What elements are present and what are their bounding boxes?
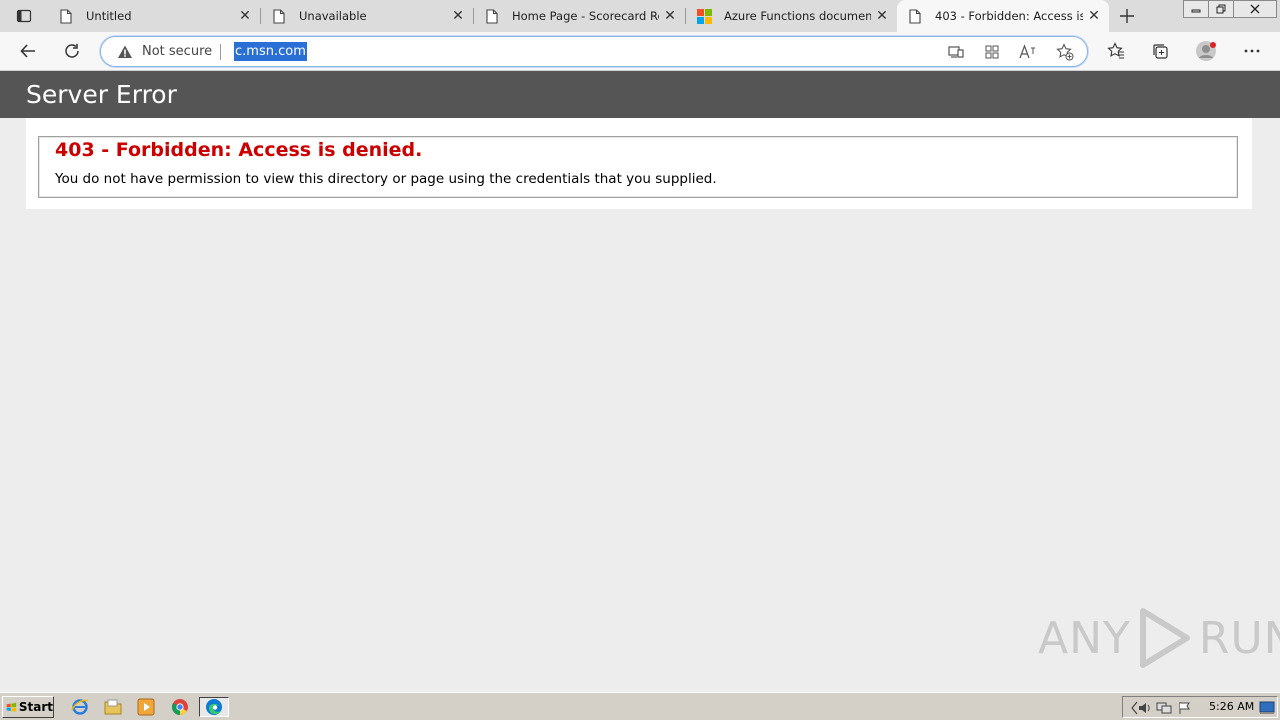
watermark-right-text: RUN: [1198, 612, 1280, 664]
internet-explorer-icon[interactable]: [69, 697, 91, 717]
media-player-icon[interactable]: [135, 697, 157, 717]
tab-title: Home Page - Scorecard Res: [512, 9, 659, 23]
tab-title: Untitled: [86, 9, 132, 23]
favorites-button[interactable]: [1101, 36, 1131, 66]
page-viewport: Server Error 403 - Forbidden: Access is …: [0, 71, 1280, 692]
restore-button[interactable]: [1208, 0, 1234, 18]
close-icon[interactable]: ✕: [659, 5, 681, 27]
collections-icon: [1153, 44, 1168, 59]
warning-icon[interactable]: [117, 44, 133, 60]
error-message: You do not have permission to view this …: [55, 171, 717, 187]
address-bar[interactable]: Not secure c.msn.com: [100, 36, 1088, 67]
network-icon[interactable]: [1156, 700, 1172, 716]
tab-actions-button[interactable]: [8, 3, 40, 29]
tab-strip: Untitled ✕ Unavailable ✕ Home Page - Sco…: [0, 0, 1280, 32]
tab-unavailable[interactable]: Unavailable ✕: [261, 0, 474, 32]
taskbar: Start 5:26 AM: [0, 692, 1280, 720]
read-aloud-icon[interactable]: [1019, 43, 1037, 61]
start-button[interactable]: Start: [2, 696, 54, 718]
tab-scorecard[interactable]: Home Page - Scorecard Res ✕: [474, 0, 686, 32]
tab-title: Azure Functions documenta: [724, 9, 871, 23]
windows-logo-icon: [6, 702, 17, 712]
tab-actions-icon: [16, 9, 32, 23]
page-icon: [907, 8, 923, 24]
tab-untitled[interactable]: Untitled ✕: [48, 0, 261, 32]
page-icon: [271, 8, 287, 24]
page-icon: [484, 8, 500, 24]
refresh-button[interactable]: [57, 36, 87, 66]
back-button[interactable]: [13, 36, 43, 66]
tab-forbidden[interactable]: 403 - Forbidden: Access is d ✕: [897, 0, 1109, 32]
system-tray: 5:26 AM: [1122, 696, 1278, 718]
page-title: Server Error: [26, 80, 177, 109]
error-box: 403 - Forbidden: Access is denied. You d…: [38, 136, 1238, 198]
volume-icon[interactable]: [1137, 700, 1153, 716]
url-text[interactable]: c.msn.com: [234, 42, 307, 61]
refresh-icon: [65, 44, 79, 58]
play-logo-icon: [1139, 608, 1190, 668]
edge-icon: [206, 699, 222, 715]
close-icon[interactable]: ✕: [1083, 5, 1105, 27]
file-explorer-icon[interactable]: [102, 697, 124, 717]
close-icon[interactable]: ✕: [234, 5, 256, 27]
close-window-button[interactable]: [1233, 0, 1277, 18]
minimize-button[interactable]: [1183, 0, 1209, 18]
content-panel: 403 - Forbidden: Access is denied. You d…: [26, 118, 1252, 209]
anyrun-watermark: ANY RUN: [1038, 606, 1280, 670]
plus-icon: [1120, 9, 1134, 23]
favorites-icon: [1107, 42, 1124, 59]
restore-icon: [1216, 4, 1226, 14]
arrow-left-icon: [20, 44, 35, 58]
new-tab-button[interactable]: [1114, 3, 1140, 29]
page-icon: [58, 8, 74, 24]
error-title: 403 - Forbidden: Access is denied.: [55, 139, 423, 161]
tab-azure-functions[interactable]: Azure Functions documenta ✕: [686, 0, 897, 32]
add-favorite-icon[interactable]: [1056, 43, 1074, 61]
microsoft-logo-icon: [696, 8, 712, 24]
apps-grid-icon[interactable]: [983, 43, 1001, 61]
app-available-icon[interactable]: [947, 43, 965, 61]
close-icon[interactable]: ✕: [447, 5, 469, 27]
profile-button[interactable]: [1191, 36, 1221, 66]
browser-toolbar: Not secure c.msn.com: [0, 32, 1280, 71]
clock[interactable]: 5:26 AM: [1209, 700, 1254, 713]
more-icon: [1244, 49, 1260, 53]
avatar-icon: [1196, 41, 1216, 61]
chrome-icon[interactable]: [169, 697, 191, 717]
start-label: Start: [18, 700, 53, 714]
server-error-header: Server Error: [0, 71, 1280, 118]
more-button[interactable]: [1237, 36, 1267, 66]
edge-taskbar-button[interactable]: [199, 697, 229, 717]
flag-icon[interactable]: [1177, 700, 1193, 716]
close-icon[interactable]: ✕: [871, 5, 893, 27]
watermark-left-text: ANY: [1038, 612, 1131, 664]
tab-title: Unavailable: [299, 9, 367, 23]
close-icon: [1250, 4, 1260, 14]
tab-title: 403 - Forbidden: Access is d: [935, 9, 1083, 23]
security-label[interactable]: Not secure: [142, 44, 212, 59]
minimize-icon: [1191, 9, 1201, 13]
collections-button[interactable]: [1145, 36, 1175, 66]
show-desktop-icon[interactable]: [1259, 700, 1275, 716]
